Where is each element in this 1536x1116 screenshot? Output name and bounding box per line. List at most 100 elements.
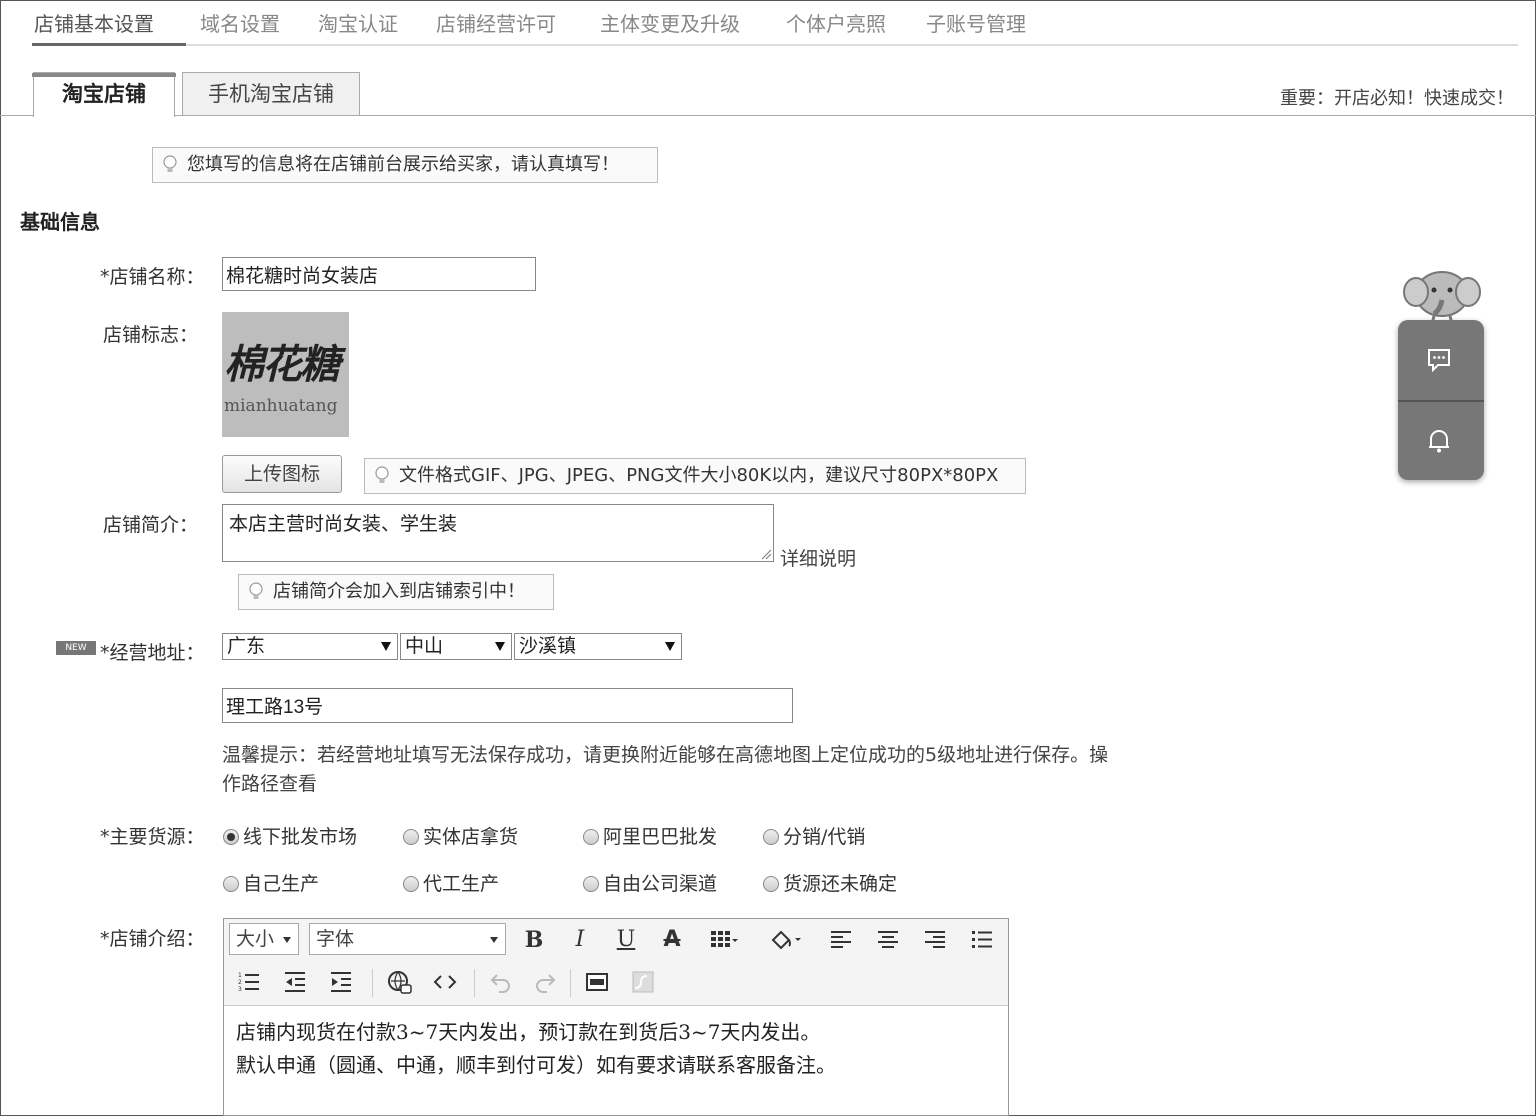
- source-option-alibaba[interactable]: 阿里巴巴批发: [583, 822, 717, 849]
- table-icon[interactable]: [706, 925, 738, 955]
- radio-icon: [583, 876, 599, 892]
- section-title: 基础信息: [20, 210, 100, 234]
- font-size-select[interactable]: 大小: [229, 923, 299, 955]
- chat-button[interactable]: [1398, 320, 1484, 400]
- svg-text:1: 1: [238, 972, 242, 979]
- align-left-icon[interactable]: [826, 925, 856, 955]
- top-nav: 店铺基本设置 域名设置 淘宝认证 店铺经营许可 主体变更及升级 个体户亮照 子账…: [22, 0, 1518, 46]
- bullet-list-icon[interactable]: [967, 925, 997, 955]
- nav-item-taobao-cert[interactable]: 淘宝认证: [318, 8, 398, 37]
- nav-item-basic-settings[interactable]: 店铺基本设置: [34, 8, 154, 37]
- upload-tip-text: 文件格式GIF、JPG、JPEG、PNG文件大小80K以内，建议尺寸80PX*8…: [399, 465, 999, 486]
- important-notice-link[interactable]: 重要：开店必知！快速成交！: [1280, 84, 1514, 110]
- source-option-undecided[interactable]: 货源还未确定: [763, 869, 897, 896]
- source-option-offline-wholesale[interactable]: 线下批发市场: [223, 822, 357, 849]
- align-center-icon[interactable]: [873, 925, 903, 955]
- intro-detail-link[interactable]: 详细说明: [780, 544, 856, 571]
- editor-content-line: 默认申通（圆通、中通，顺丰到付可发）如有要求请联系客服备注。: [236, 1053, 836, 1077]
- town-value: 沙溪镇: [519, 635, 577, 657]
- intro-tip-text: 店铺简介会加入到店铺索引中！: [273, 581, 525, 602]
- shop-intro-textarea[interactable]: 本店主营时尚女装、学生装: [222, 504, 774, 562]
- nav-active-indicator: [32, 43, 186, 46]
- radio-icon: [763, 876, 779, 892]
- tab-taobao-shop-label: 淘宝店铺: [62, 82, 146, 106]
- lightbulb-icon: [163, 155, 177, 172]
- chat-icon: [1428, 349, 1450, 372]
- tab-mobile-label: 手机淘宝店铺: [208, 82, 334, 106]
- shop-name-label: *店铺名称：: [100, 266, 205, 288]
- shop-logo-image: 棉花糖 mianhuatang: [222, 312, 349, 437]
- outdent-icon[interactable]: [280, 967, 310, 997]
- town-select[interactable]: 沙溪镇: [514, 633, 682, 660]
- source-code-icon[interactable]: [430, 967, 460, 997]
- radio-checked-icon: [223, 829, 239, 845]
- supply-source-label: *主要货源：: [100, 826, 205, 848]
- radio-icon: [763, 829, 779, 845]
- indent-icon[interactable]: [326, 967, 356, 997]
- shop-desc-label: *店铺介绍：: [100, 928, 205, 950]
- province-value: 广东: [227, 635, 266, 657]
- source-option-own-company[interactable]: 自由公司渠道: [583, 869, 717, 896]
- dropdown-arrow-icon: [283, 937, 291, 943]
- dropdown-arrow-icon: [490, 937, 498, 943]
- upload-logo-button[interactable]: 上传图标: [222, 455, 342, 493]
- resize-grip-icon[interactable]: [760, 548, 772, 560]
- radio-icon: [403, 829, 419, 845]
- province-select[interactable]: 广东: [222, 633, 398, 660]
- lightbulb-icon: [375, 466, 389, 483]
- city-value: 中山: [405, 635, 444, 657]
- shop-name-input[interactable]: [222, 257, 536, 291]
- radio-icon: [403, 876, 419, 892]
- address-label: *经营地址：: [100, 642, 205, 664]
- nav-item-business-license[interactable]: 店铺经营许可: [436, 8, 556, 37]
- elephant-mascot-icon[interactable]: [1402, 266, 1482, 328]
- svg-text:2: 2: [238, 979, 242, 986]
- radio-icon: [223, 876, 239, 892]
- source-option-distribution[interactable]: 分销/代销: [763, 822, 865, 849]
- redo-icon[interactable]: [530, 967, 560, 997]
- svg-text:3: 3: [238, 986, 242, 993]
- upload-tip: 文件格式GIF、JPG、JPEG、PNG文件大小80K以内，建议尺寸80PX*8…: [364, 458, 1026, 494]
- insert-link-icon[interactable]: [384, 967, 414, 997]
- editor-content[interactable]: 店铺内现货在付款3~7天内发出，预订款在到货后3~7天内发出。 默认申通（圆通、…: [236, 1016, 836, 1082]
- bold-icon[interactable]: B: [519, 925, 549, 955]
- fill-color-icon[interactable]: [766, 925, 801, 955]
- shop-logo-label: 店铺标志：: [102, 324, 198, 346]
- numbered-list-icon[interactable]: 123: [234, 967, 264, 997]
- nav-divider: [186, 44, 1518, 46]
- nav-item-domain[interactable]: 域名设置: [200, 8, 280, 37]
- strikethrough-icon[interactable]: A: [657, 925, 687, 955]
- source-option-self-produced[interactable]: 自己生产: [223, 869, 319, 896]
- align-right-icon[interactable]: [920, 925, 950, 955]
- insert-module-icon[interactable]: [582, 967, 612, 997]
- italic-icon[interactable]: I: [565, 925, 595, 955]
- tab-taobao-shop[interactable]: 淘宝店铺: [32, 72, 176, 117]
- notification-button[interactable]: [1398, 402, 1484, 480]
- tab-baseline: [0, 115, 1536, 116]
- nav-item-entity-change[interactable]: 主体变更及升级: [600, 8, 740, 37]
- address-hint: 温馨提示：若经营地址填写无法保存成功，请更换附近能够在高德地图上定位成功的5级地…: [222, 744, 1109, 795]
- flash-icon[interactable]: [628, 967, 658, 997]
- shop-intro-label: 店铺简介：: [102, 514, 198, 536]
- logo-text-en: mianhuatang: [224, 396, 338, 416]
- intro-tip: 店铺简介会加入到店铺索引中！: [238, 574, 554, 610]
- source-option-physical-store[interactable]: 实体店拿货: [403, 822, 518, 849]
- font-family-select[interactable]: 字体: [309, 923, 506, 955]
- dropdown-arrow-icon: [665, 642, 675, 651]
- logo-text-cn: 棉花糖: [224, 341, 340, 388]
- undo-icon[interactable]: [486, 967, 516, 997]
- dropdown-arrow-icon: [495, 642, 505, 651]
- street-address-input[interactable]: [222, 688, 793, 723]
- dropdown-arrow-icon: [381, 642, 391, 651]
- bell-icon: [1429, 430, 1449, 453]
- city-select[interactable]: 中山: [400, 633, 512, 660]
- nav-item-individual-license[interactable]: 个体户亮照: [786, 8, 886, 37]
- lightbulb-icon: [249, 582, 263, 599]
- nav-item-sub-accounts[interactable]: 子账号管理: [926, 8, 1026, 37]
- shop-intro-text: 本店主营时尚女装、学生装: [229, 513, 458, 535]
- tab-mobile-taobao-shop[interactable]: 手机淘宝店铺: [182, 72, 360, 115]
- editor-toolbar: 大小 字体 B I U A 123: [224, 919, 1008, 1006]
- underline-icon[interactable]: U: [611, 925, 641, 955]
- source-option-oem[interactable]: 代工生产: [403, 869, 499, 896]
- service-widget: [1398, 320, 1484, 480]
